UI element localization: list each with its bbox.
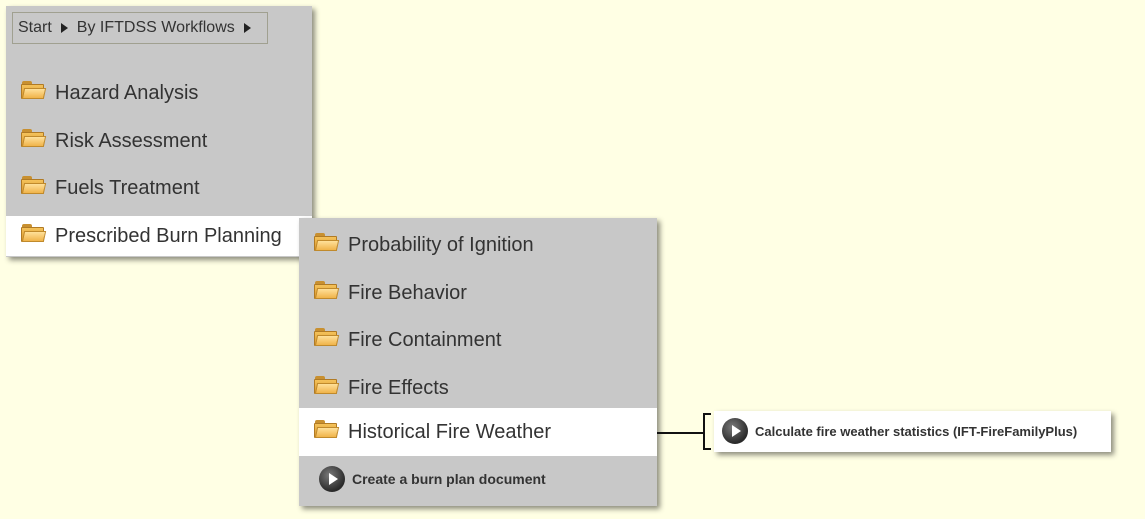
- folder-icon: [314, 281, 340, 299]
- workflow-menu: Start By IFTDSS Workflows Hazard Analysi…: [6, 6, 312, 257]
- menu-item-label: Historical Fire Weather: [348, 420, 552, 443]
- menu-item-fuels-treatment[interactable]: Fuels Treatment: [6, 168, 312, 208]
- prescribed-burn-submenu: Probability of Ignition Fire Behavior Fi…: [299, 218, 657, 506]
- menu-item-label: Fire Behavior: [348, 281, 467, 304]
- action-label: Create a burn plan document: [352, 471, 546, 487]
- fire-weather-submenu: Calculate fire weather statistics (IFT-F…: [714, 411, 1111, 452]
- menu-item-label: Hazard Analysis: [55, 81, 199, 104]
- menu-item-label: Fuels Treatment: [55, 176, 200, 199]
- folder-icon: [21, 81, 47, 99]
- folder-icon: [314, 376, 340, 394]
- menu-item-label: Probability of Ignition: [348, 233, 534, 256]
- menu-item-prescribed-burn-planning[interactable]: Prescribed Burn Planning: [6, 216, 312, 256]
- breadcrumb-workflows[interactable]: By IFTDSS Workflows: [77, 19, 235, 37]
- folder-icon: [21, 129, 47, 147]
- menu-item-label: Fire Containment: [348, 328, 502, 351]
- breadcrumb-arrow-icon: [243, 23, 251, 33]
- play-icon: [319, 466, 345, 492]
- menu-item-fire-behavior[interactable]: Fire Behavior: [299, 273, 657, 313]
- menu-item-probability-of-ignition[interactable]: Probability of Ignition: [299, 225, 657, 265]
- play-icon: [722, 418, 748, 444]
- folder-icon: [21, 176, 47, 194]
- menu-item-label: Prescribed Burn Planning: [55, 224, 282, 247]
- folder-icon: [314, 328, 340, 346]
- menu-item-fire-containment[interactable]: Fire Containment: [299, 320, 657, 360]
- menu-item-historical-fire-weather[interactable]: Historical Fire Weather: [299, 408, 657, 456]
- menu-item-label: Risk Assessment: [55, 129, 208, 152]
- breadcrumb: Start By IFTDSS Workflows: [12, 12, 268, 44]
- action-label: Calculate fire weather statistics (IFT-F…: [755, 423, 1078, 439]
- breadcrumb-arrow-icon: [60, 23, 68, 33]
- folder-icon: [314, 233, 340, 251]
- connector-bracket: [703, 413, 711, 450]
- breadcrumb-start[interactable]: Start: [18, 19, 52, 37]
- menu-item-risk-assessment[interactable]: Risk Assessment: [6, 121, 312, 161]
- calculate-fire-weather-button[interactable]: Calculate fire weather statistics (IFT-F…: [714, 411, 1111, 451]
- menu-item-label: Fire Effects: [348, 376, 449, 399]
- connector-line: [657, 432, 704, 434]
- menu-item-fire-effects[interactable]: Fire Effects: [299, 368, 657, 408]
- create-burn-plan-button[interactable]: Create a burn plan document: [299, 459, 657, 499]
- folder-icon: [21, 224, 47, 242]
- menu-item-hazard-analysis[interactable]: Hazard Analysis: [6, 73, 312, 113]
- folder-icon: [314, 420, 340, 438]
